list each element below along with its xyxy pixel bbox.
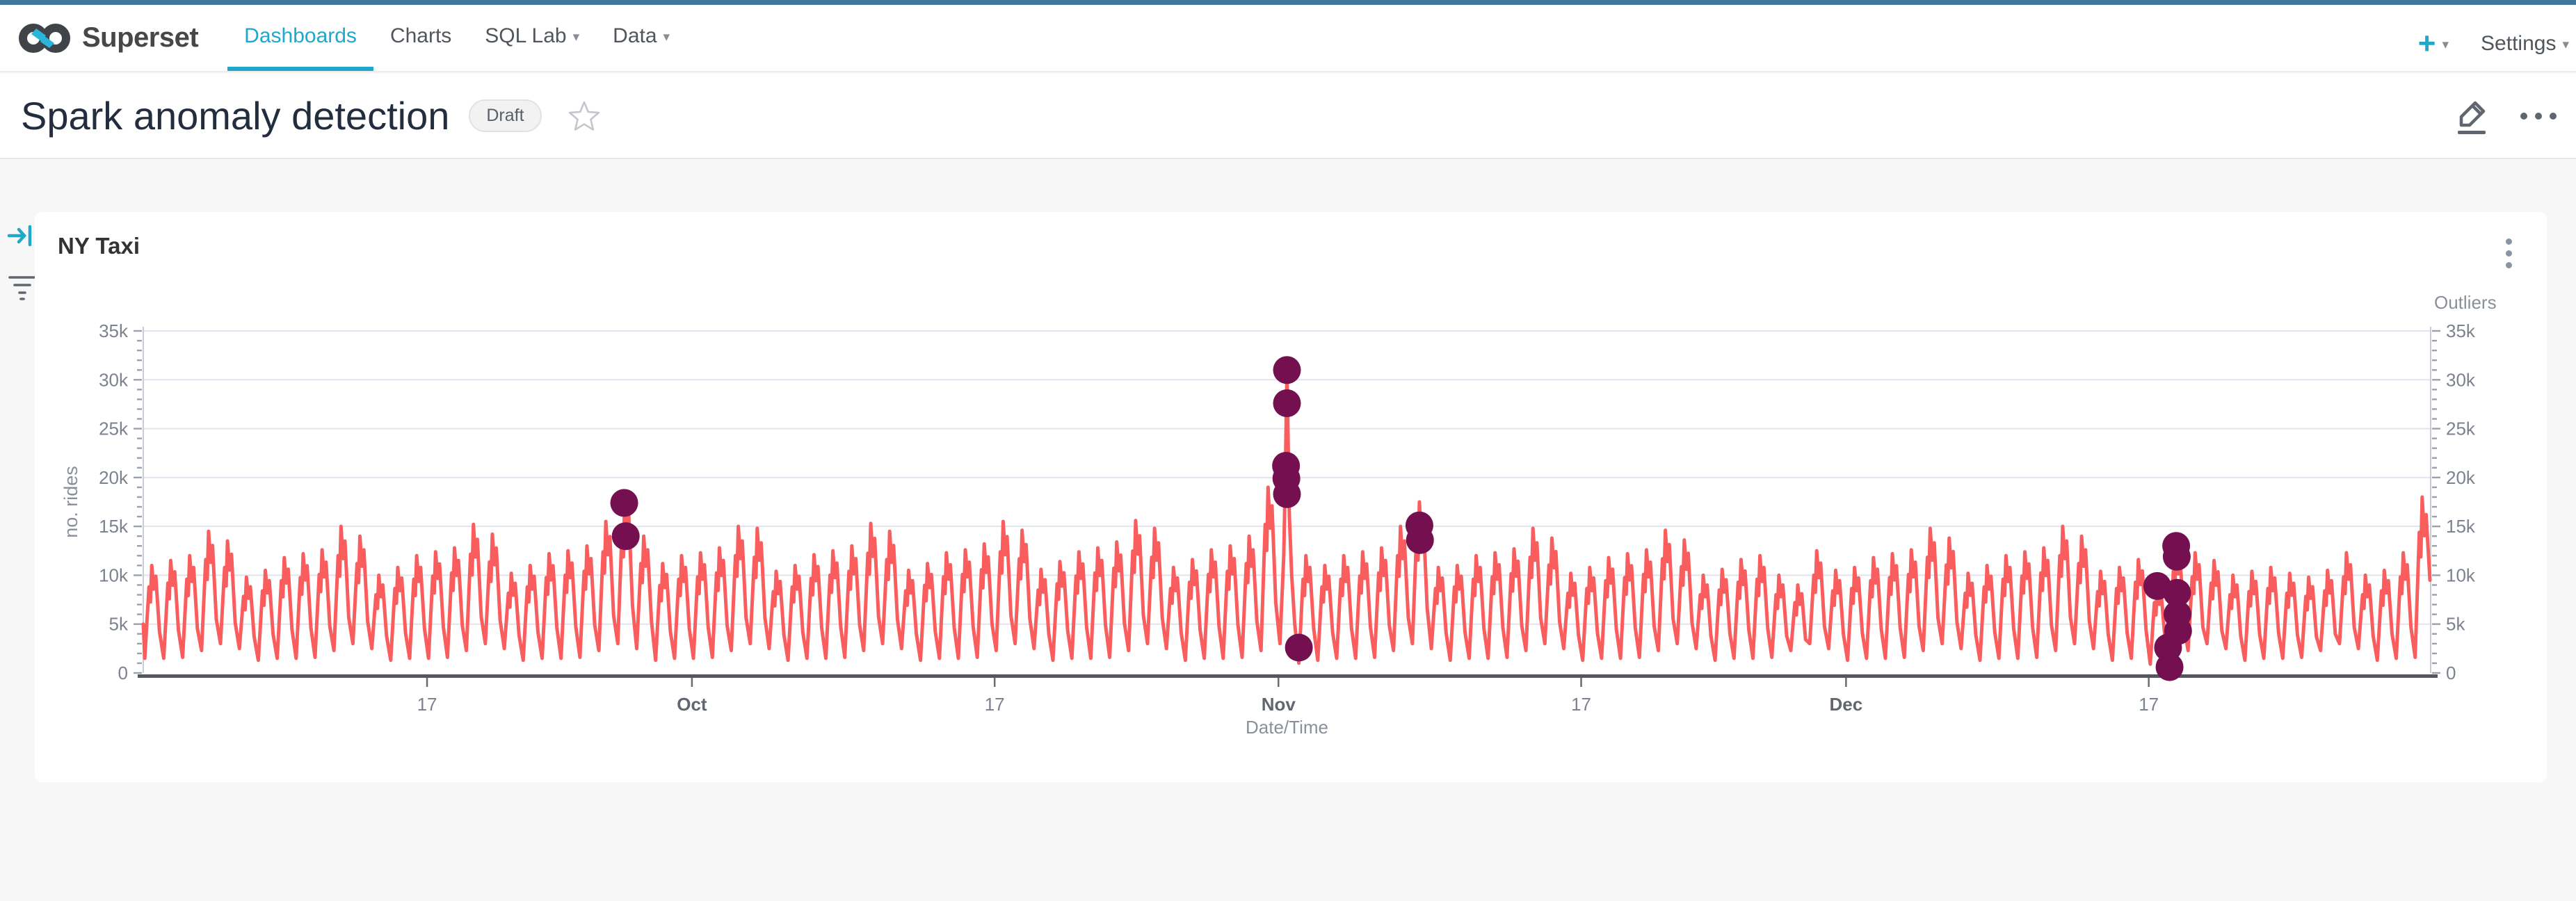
timeseries-chart[interactable]: 0 0 5k 5k 10k 10k 15k 15k 20k 20k 25k 25k 30k 30k 35k 3… bbox=[35, 212, 2547, 782]
nav-item-label: Charts bbox=[390, 24, 451, 48]
infinity-icon bbox=[18, 20, 72, 56]
y-axis-label-right: 10k bbox=[2446, 565, 2476, 585]
nav-item-sql-lab[interactable]: SQL Lab ▾ bbox=[468, 5, 596, 71]
y-axis-label-right: 15k bbox=[2446, 516, 2476, 537]
outlier-point[interactable] bbox=[1273, 480, 1301, 508]
y-axis-label-right: 30k bbox=[2446, 369, 2476, 390]
outlier-point[interactable] bbox=[612, 522, 640, 550]
new-item-button[interactable]: + ▾ bbox=[2418, 29, 2449, 59]
pencil-icon bbox=[2452, 96, 2490, 136]
x-axis-title: Date/Time bbox=[1246, 717, 1328, 738]
superset-dashboard-page: Superset Dashboards Charts SQL Lab ▾ Data ▾ +… bbox=[0, 0, 2576, 901]
kebab-icon bbox=[2506, 262, 2512, 268]
star-icon bbox=[568, 100, 600, 132]
x-axis-label: Oct bbox=[677, 694, 707, 715]
filter-lines-icon bbox=[7, 273, 38, 302]
settings-label: Settings bbox=[2481, 32, 2556, 56]
nav-item-dashboards[interactable]: Dashboards bbox=[227, 5, 373, 71]
filter-bar-button[interactable] bbox=[7, 273, 38, 305]
ellipsis-icon bbox=[2535, 113, 2542, 120]
x-axis-label: Dec bbox=[1830, 694, 1863, 715]
y-axis-label-left: 25k bbox=[99, 419, 129, 439]
favorite-star-button[interactable] bbox=[568, 100, 600, 132]
outlier-point[interactable] bbox=[1273, 389, 1301, 417]
x-axis-label: 17 bbox=[1571, 694, 1591, 715]
y-axis-label-right: 35k bbox=[2446, 320, 2476, 341]
kebab-icon bbox=[2506, 250, 2512, 257]
outlier-point[interactable] bbox=[1285, 633, 1313, 661]
nav-item-label: SQL Lab bbox=[485, 24, 566, 48]
outlier-point[interactable] bbox=[1406, 526, 1434, 554]
outlier-point[interactable] bbox=[2163, 543, 2191, 571]
y-axis-label-left: 5k bbox=[109, 614, 129, 635]
y-axis-label-right: 20k bbox=[2446, 467, 2476, 488]
x-axis-label: 17 bbox=[2139, 694, 2159, 715]
chart-card: 0 0 5k 5k 10k 10k 15k 15k 20k 20k 25k 25k 30k 30k 35k 3… bbox=[35, 212, 2547, 782]
main-nav: Dashboards Charts SQL Lab ▾ Data ▾ bbox=[227, 5, 686, 71]
edit-dashboard-button[interactable] bbox=[2452, 96, 2490, 136]
y-axis-label-left: 35k bbox=[99, 320, 129, 341]
brand-name: Superset bbox=[82, 22, 198, 54]
x-axis-label: 17 bbox=[417, 694, 437, 715]
chevron-down-icon: ▾ bbox=[573, 29, 580, 45]
outlier-point[interactable] bbox=[611, 489, 638, 517]
ellipsis-icon bbox=[2520, 113, 2527, 120]
y-axis-label-left: 10k bbox=[99, 565, 129, 585]
plus-icon: + bbox=[2418, 29, 2436, 59]
outlier-point[interactable] bbox=[2156, 654, 2184, 681]
y-axis-label-right: 25k bbox=[2446, 419, 2476, 439]
x-axis-label: 17 bbox=[985, 694, 1005, 715]
outlier-point[interactable] bbox=[1273, 356, 1301, 384]
secondary-axis-title: Outliers bbox=[2434, 292, 2497, 313]
chevron-down-icon: ▾ bbox=[663, 29, 670, 45]
expand-filter-bar-button[interactable] bbox=[6, 221, 38, 254]
top-navbar: Superset Dashboards Charts SQL Lab ▾ Data ▾ +… bbox=[0, 5, 2576, 72]
chevron-down-icon: ▾ bbox=[2562, 37, 2569, 53]
outlier-point[interactable] bbox=[2164, 617, 2192, 645]
y-axis-label-left: 0 bbox=[118, 663, 128, 683]
nav-item-label: Dashboards bbox=[244, 24, 357, 48]
expand-filter-bar-icon bbox=[6, 221, 38, 250]
more-actions-button[interactable] bbox=[2520, 113, 2557, 120]
y-axis-label-left: 20k bbox=[99, 467, 129, 488]
y-axis-label-left: 15k bbox=[99, 516, 129, 537]
nav-item-charts[interactable]: Charts bbox=[373, 5, 468, 71]
nav-item-label: Data bbox=[613, 24, 657, 48]
y-axis-label-right: 5k bbox=[2446, 614, 2465, 635]
x-axis-label: Nov bbox=[1262, 694, 1296, 715]
y-axis-title: no. rides bbox=[61, 466, 81, 538]
ellipsis-icon bbox=[2550, 113, 2557, 120]
status-badge: Draft bbox=[469, 99, 541, 132]
chart-title: NY Taxi bbox=[58, 233, 140, 259]
y-axis-label-left: 30k bbox=[99, 369, 129, 390]
y-axis-label-right: 0 bbox=[2446, 663, 2456, 683]
kebab-icon bbox=[2506, 238, 2512, 245]
nav-item-data[interactable]: Data ▾ bbox=[596, 5, 686, 71]
page-title: Spark anomaly detection bbox=[21, 93, 449, 138]
chevron-down-icon: ▾ bbox=[2442, 37, 2449, 53]
navbar-right: + ▾ Settings ▾ bbox=[2418, 10, 2569, 77]
chart-menu-button[interactable] bbox=[2502, 234, 2516, 273]
top-accent-strip bbox=[0, 0, 2576, 5]
header-actions bbox=[2452, 96, 2557, 136]
settings-menu[interactable]: Settings ▾ bbox=[2481, 32, 2569, 56]
superset-brand[interactable]: Superset bbox=[0, 5, 198, 71]
x-axis-line bbox=[138, 674, 2438, 678]
dashboard-header: Spark anomaly detection Draft bbox=[0, 74, 2576, 159]
